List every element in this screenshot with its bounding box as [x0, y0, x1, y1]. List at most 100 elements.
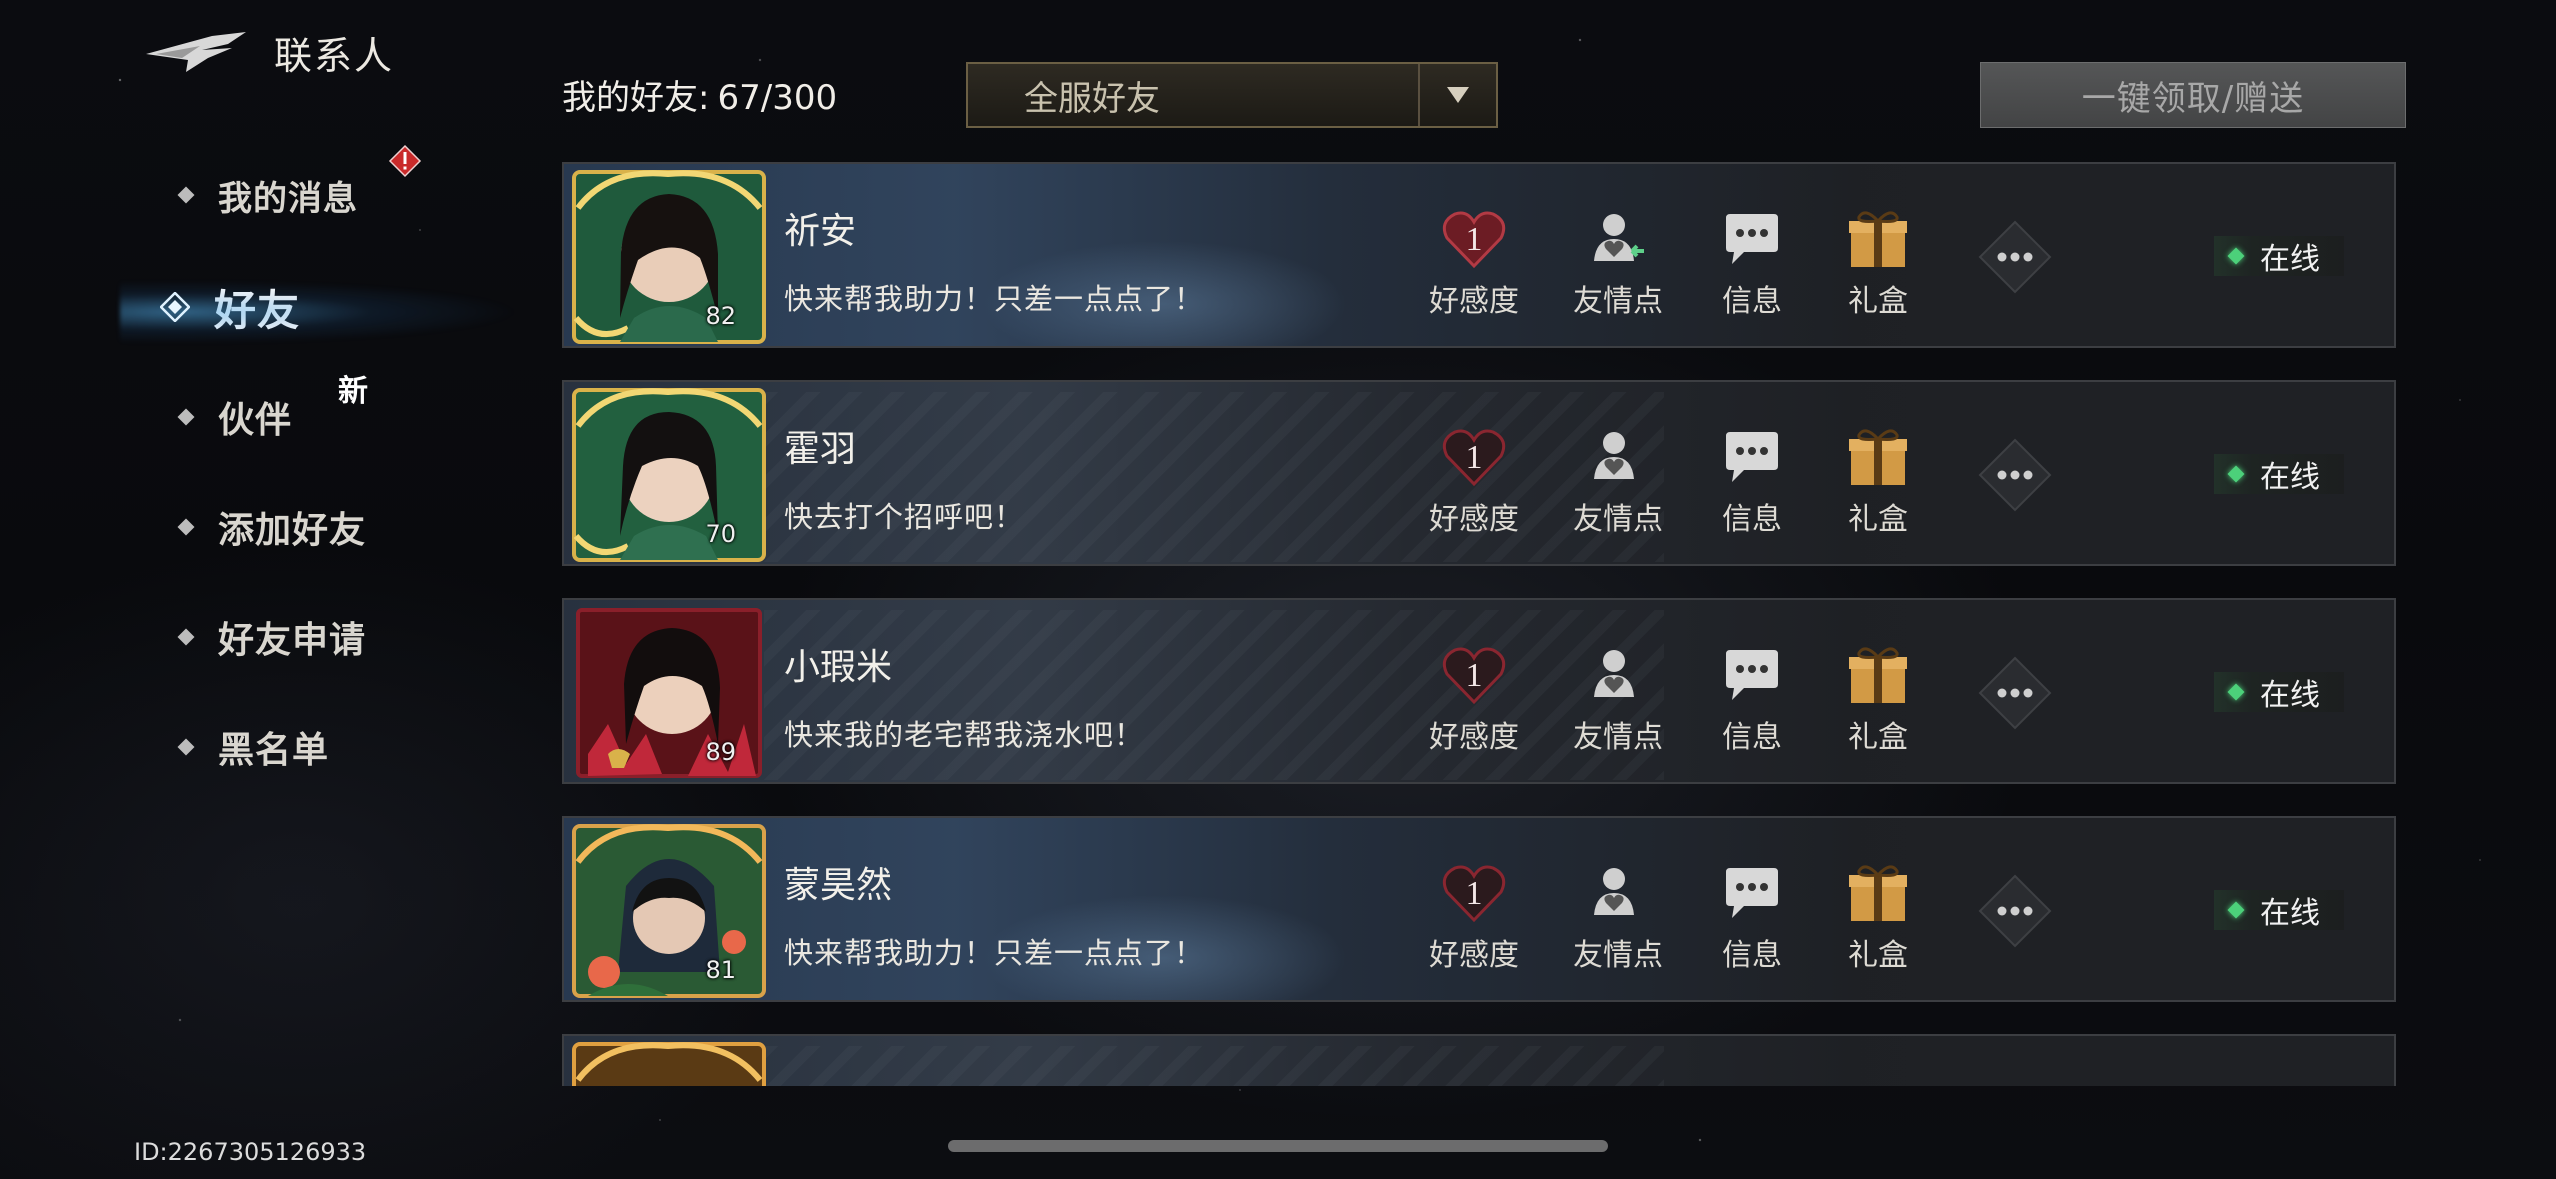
sidebar-item-label: 添加好友 — [218, 510, 367, 551]
gift-button[interactable]: 礼盒 — [1818, 642, 1938, 756]
message-button[interactable]: 信息 — [1692, 206, 1812, 320]
home-indicator[interactable] — [948, 1140, 1608, 1152]
more-dots-icon[interactable] — [1978, 874, 2052, 948]
affinity-value: 1 — [1466, 875, 1483, 912]
triangle-down-icon — [1447, 87, 1469, 103]
online-status-badge: 在线 — [2214, 672, 2344, 713]
sidebar-item-label: 好友申请 — [218, 620, 367, 661]
heart-icon: 1 — [1439, 206, 1509, 272]
message-label: 信息 — [1722, 938, 1782, 973]
online-status-text: 在线 — [2260, 460, 2320, 495]
person-heart-icon — [1583, 424, 1653, 490]
diamond-bullet-icon — [177, 628, 195, 646]
friend-count-label: 我的好友: — [562, 78, 710, 118]
friend-filter-dropdown[interactable]: 全服好友 — [966, 62, 1498, 128]
page-header: 联系人 — [142, 24, 394, 80]
sidebar-item-messages[interactable]: 我的消息 — [160, 160, 358, 230]
affinity-label: 好感度 — [1429, 502, 1519, 537]
dropdown-toggle[interactable] — [1418, 64, 1496, 126]
friend-avatar[interactable]: 70 — [568, 386, 770, 564]
gift-button[interactable]: 礼盒 — [1818, 206, 1938, 320]
online-status-text: 在线 — [2260, 678, 2320, 713]
friend-name: 蒙昊然 — [784, 865, 893, 906]
friendship-points-button[interactable]: 友情点 — [1558, 424, 1678, 538]
friend-list[interactable]: 82 祈安 快来帮我助力！只差一点点了！ 1 好感度 友情点 信息 礼盒 在线 … — [562, 160, 2398, 1086]
friendship-label: 友情点 — [1573, 284, 1663, 319]
friend-name: 小瑕米 — [784, 647, 893, 688]
heart-icon: 1 — [1439, 860, 1509, 926]
heart-icon: 1 — [1439, 642, 1509, 708]
more-dots-icon[interactable] — [1978, 438, 2052, 512]
sidebar-item-label: 伙伴 — [218, 400, 293, 441]
sidebar-item-partners[interactable]: 伙伴 — [160, 382, 292, 452]
online-dot-icon — [2227, 901, 2245, 919]
friend-row[interactable]: 82 祈安 快来帮我助力！只差一点点了！ 1 好感度 友情点 信息 礼盒 在线 — [562, 162, 2396, 348]
sidebar-item-blacklist[interactable]: 黑名单 — [160, 712, 329, 782]
gift-box-icon — [1843, 206, 1913, 272]
friend-status-message: 快来帮我助力！只差一点点了！ — [784, 282, 1205, 316]
portrait-frame-icon — [576, 608, 762, 778]
message-button[interactable]: 信息 — [1692, 424, 1812, 538]
friendship-label: 友情点 — [1573, 720, 1663, 755]
friend-row[interactable]: 81 蒙昊然 快来帮我助力！只差一点点了！ 1 好感度 友情点 信息 礼盒 在线 — [562, 816, 2396, 1002]
friend-count-value: 67/300 — [717, 78, 838, 118]
sidebar-item-friend-requests[interactable]: 好友申请 — [160, 602, 366, 672]
gift-button[interactable]: 礼盒 — [1818, 860, 1938, 974]
player-id: ID:2267305126933 — [134, 1138, 367, 1166]
wing-emblem-icon[interactable] — [142, 24, 252, 80]
friend-name: 祈安 — [784, 211, 857, 252]
sidebar-item-friends[interactable]: 好友 — [120, 272, 520, 344]
friend-row[interactable]: 70 霍羽 快去打个招呼吧！ 1 好感度 友情点 信息 礼盒 在线 — [562, 380, 2396, 566]
friend-row[interactable]: 89 小瑕米 快来我的老宅帮我浇水吧！ 1 好感度 友情点 信息 礼盒 在线 — [562, 598, 2396, 784]
person-heart-icon — [1583, 642, 1653, 708]
gift-label: 礼盒 — [1848, 720, 1908, 755]
sidebar-item-add-friend[interactable]: 添加好友 — [160, 492, 366, 562]
more-dots-icon[interactable] — [1978, 656, 2052, 730]
friend-level: 82 — [705, 302, 736, 330]
online-dot-icon — [2227, 465, 2245, 483]
friendship-points-button[interactable]: 友情点 — [1558, 642, 1678, 756]
affinity-value: 1 — [1466, 221, 1483, 258]
affinity-value: 1 — [1466, 439, 1483, 476]
friend-avatar[interactable]: 89 — [568, 604, 770, 782]
chat-bubble-icon — [1717, 860, 1787, 926]
portrait-frame-icon — [572, 388, 766, 562]
new-tag: 新 — [338, 374, 368, 409]
message-label: 信息 — [1722, 502, 1782, 537]
claim-all-button[interactable]: 一键领取/赠送 — [1980, 62, 2406, 128]
online-status-badge: 在线 — [2214, 236, 2344, 277]
portrait-frame-icon — [572, 824, 766, 998]
friend-avatar[interactable]: 81 — [568, 822, 770, 1000]
friend-level: 81 — [705, 956, 736, 984]
affinity-label: 好感度 — [1429, 284, 1519, 319]
friend-avatar[interactable]: 82 — [568, 168, 770, 346]
affinity-button[interactable]: 1 好感度 — [1414, 206, 1534, 320]
person-heart-icon — [1583, 206, 1653, 272]
page-title: 联系人 — [274, 33, 395, 78]
friend-avatar[interactable] — [568, 1040, 770, 1086]
affinity-button[interactable]: 1 好感度 — [1414, 642, 1534, 756]
friendship-points-button[interactable]: 友情点 — [1558, 860, 1678, 974]
online-status-text: 在线 — [2260, 242, 2320, 277]
affinity-button[interactable]: 1 好感度 — [1414, 424, 1534, 538]
sidebar-item-label: 我的消息 — [218, 178, 358, 219]
friend-row[interactable] — [562, 1034, 2396, 1086]
friendship-label: 友情点 — [1573, 938, 1663, 973]
online-status-badge: 在线 — [2214, 454, 2344, 495]
alert-badge-icon — [388, 144, 422, 178]
message-label: 信息 — [1722, 284, 1782, 319]
friendship-label: 友情点 — [1573, 502, 1663, 537]
chat-bubble-icon — [1717, 424, 1787, 490]
friend-name: 霍羽 — [784, 429, 857, 470]
message-button[interactable]: 信息 — [1692, 860, 1812, 974]
person-heart-icon — [1583, 860, 1653, 926]
message-label: 信息 — [1722, 720, 1782, 755]
friend-level: 70 — [705, 520, 736, 548]
gift-button[interactable]: 礼盒 — [1818, 424, 1938, 538]
affinity-button[interactable]: 1 好感度 — [1414, 860, 1534, 974]
affinity-label: 好感度 — [1429, 938, 1519, 973]
more-dots-icon[interactable] — [1978, 220, 2052, 294]
message-button[interactable]: 信息 — [1692, 642, 1812, 756]
friendship-points-button[interactable]: 友情点 — [1558, 206, 1678, 320]
row-fade — [1764, 1036, 2394, 1086]
